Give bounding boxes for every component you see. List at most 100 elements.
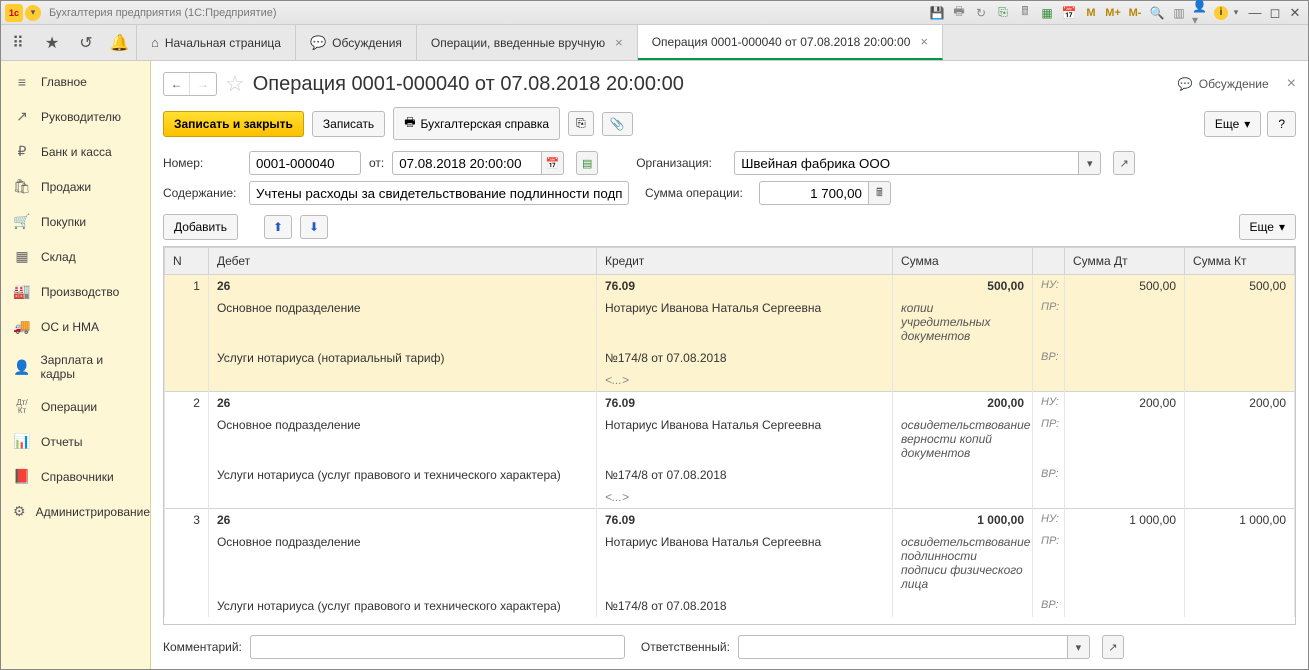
sidebar-item-admin[interactable]: ⚙Администрирование bbox=[1, 494, 150, 529]
sidebar-item-manager[interactable]: ↗Руководителю bbox=[1, 99, 150, 134]
m-minus-icon[interactable]: M- bbox=[1126, 5, 1144, 21]
th-n[interactable]: N bbox=[164, 248, 208, 275]
sidebar-item-purchases[interactable]: 🛒Покупки bbox=[1, 204, 150, 239]
sidebar-item-warehouse[interactable]: ▦Склад bbox=[1, 239, 150, 274]
table-row[interactable]: Основное подразделениеНотариус Иванова Н… bbox=[164, 531, 1294, 595]
table-row[interactable]: <...> bbox=[164, 369, 1294, 392]
resp-open-button[interactable]: ↗ bbox=[1102, 635, 1124, 659]
table-row[interactable]: <...> bbox=[164, 486, 1294, 509]
back-button[interactable]: ← bbox=[164, 73, 190, 95]
tab-discussions[interactable]: 💬Обсуждения bbox=[296, 25, 417, 60]
table-row[interactable]: Услуги нотариуса (нотариальный тариф)№17… bbox=[164, 347, 1294, 369]
chart-icon: ↗ bbox=[13, 108, 31, 125]
sidebar-item-main[interactable]: ≡Главное bbox=[1, 65, 150, 99]
th-tag[interactable] bbox=[1033, 248, 1065, 275]
resp-input[interactable] bbox=[738, 635, 1068, 659]
th-dt[interactable]: Сумма Дт bbox=[1065, 248, 1185, 275]
user-icon[interactable]: 👤▾ bbox=[1192, 5, 1210, 21]
page-header: ← → ☆ Операция 0001-000040 от 07.08.2018… bbox=[151, 61, 1308, 103]
table-more-button[interactable]: Еще ▾ bbox=[1239, 214, 1296, 240]
sum-input[interactable] bbox=[759, 181, 869, 205]
history-icon[interactable]: ↺ bbox=[69, 25, 103, 60]
attach-button[interactable]: 📎 bbox=[602, 112, 633, 136]
discuss-button[interactable]: 💬Обсуждение bbox=[1178, 77, 1269, 91]
date-extra-button[interactable]: ▤ bbox=[576, 151, 598, 175]
m-icon[interactable]: M bbox=[1082, 5, 1100, 21]
maximize-button[interactable]: ◻ bbox=[1266, 5, 1284, 21]
sidebar-item-label: Администрирование bbox=[36, 505, 150, 519]
apps-menu-icon[interactable]: ⠿ bbox=[1, 25, 35, 60]
close-icon[interactable]: × bbox=[920, 34, 928, 49]
table-row[interactable]: Основное подразделениеНотариус Иванова Н… bbox=[164, 297, 1294, 347]
org-input[interactable] bbox=[734, 151, 1079, 175]
tab-operations[interactable]: Операции, введенные вручную× bbox=[417, 25, 638, 60]
sidebar-item-assets[interactable]: 🚚ОС и НМА bbox=[1, 309, 150, 344]
tab-operation-detail[interactable]: Операция 0001-000040 от 07.08.2018 20:00… bbox=[638, 25, 943, 60]
table-row[interactable]: Услуги нотариуса (услуг правового и техн… bbox=[164, 595, 1294, 617]
sidebar-item-bank[interactable]: ₽Банк и касса bbox=[1, 134, 150, 169]
forward-button[interactable]: → bbox=[190, 73, 216, 95]
calendar-icon[interactable]: ▦ bbox=[1038, 5, 1056, 21]
favorite-toggle[interactable]: ☆ bbox=[225, 71, 245, 97]
info-icon[interactable]: i bbox=[1214, 6, 1228, 20]
th-debit[interactable]: Дебет bbox=[208, 248, 596, 275]
table-row[interactable]: Услуги нотариуса (услуг правового и техн… bbox=[164, 464, 1294, 486]
sidebar-item-hr[interactable]: 👤Зарплата и кадры bbox=[1, 344, 150, 390]
close-icon[interactable]: × bbox=[615, 35, 623, 50]
org-open-button[interactable]: ↗ bbox=[1113, 151, 1135, 175]
print-icon[interactable]: 🖶 bbox=[950, 5, 968, 21]
org-dropdown-icon[interactable]: ▾ bbox=[1079, 151, 1101, 175]
save-icon[interactable]: 💾 bbox=[928, 5, 946, 21]
num-input[interactable] bbox=[249, 151, 361, 175]
save-button[interactable]: Записать bbox=[312, 111, 385, 137]
calendar31-icon[interactable]: 📅 bbox=[1060, 5, 1078, 21]
close-button[interactable]: ✕ bbox=[1286, 5, 1304, 21]
minimize-button[interactable]: — bbox=[1246, 5, 1264, 21]
tab-home[interactable]: ⌂Начальная страница bbox=[137, 25, 296, 60]
favorite-icon[interactable]: ★ bbox=[35, 25, 69, 60]
help-button[interactable]: ? bbox=[1267, 111, 1296, 137]
move-up-button[interactable]: ⬆ bbox=[264, 215, 292, 239]
desc-input[interactable] bbox=[249, 181, 629, 205]
sidebar-item-directories[interactable]: 📕Справочники bbox=[1, 459, 150, 494]
dtkt-icon: Дт/Кт bbox=[13, 399, 31, 415]
compare-icon[interactable]: ⎘ bbox=[994, 5, 1012, 21]
table-row[interactable]: 32676.091 000,00НУ:1 000,001 000,00 bbox=[164, 509, 1294, 532]
table-row[interactable]: 12676.09500,00НУ:500,00500,00 bbox=[164, 275, 1294, 298]
add-button[interactable]: Добавить bbox=[163, 214, 238, 240]
th-kt[interactable]: Сумма Кт bbox=[1185, 248, 1295, 275]
info-dd[interactable]: ▾ bbox=[1232, 5, 1240, 21]
move-down-button[interactable]: ⬇ bbox=[300, 215, 328, 239]
more-button[interactable]: Еще ▾ bbox=[1204, 111, 1261, 137]
comment-input[interactable] bbox=[250, 635, 625, 659]
bag-icon: 🛍 bbox=[13, 178, 31, 195]
register-button[interactable]: ⎘ bbox=[568, 111, 594, 136]
m-plus-icon[interactable]: M+ bbox=[1104, 5, 1122, 21]
sidebar-item-production[interactable]: 🏭Производство bbox=[1, 274, 150, 309]
panel-icon[interactable]: ▥ bbox=[1170, 5, 1188, 21]
grid[interactable]: N Дебет Кредит Сумма Сумма Дт Сумма Кт 1… bbox=[163, 246, 1296, 625]
app-menu-dropdown[interactable]: ▾ bbox=[25, 5, 41, 21]
calc-picker-icon[interactable]: 🖩 bbox=[869, 181, 891, 205]
th-sum[interactable]: Сумма bbox=[893, 248, 1033, 275]
save-close-button[interactable]: Записать и закрыть bbox=[163, 111, 304, 137]
sidebar-item-label: Зарплата и кадры bbox=[40, 353, 137, 381]
th-credit[interactable]: Кредит bbox=[597, 248, 893, 275]
date-input[interactable] bbox=[392, 151, 542, 175]
refresh-icon[interactable]: ↻ bbox=[972, 5, 990, 21]
sidebar-item-operations[interactable]: Дт/КтОперации bbox=[1, 390, 150, 424]
zoom-icon[interactable]: 🔍 bbox=[1148, 5, 1166, 21]
resp-dropdown-icon[interactable]: ▾ bbox=[1068, 635, 1090, 659]
close-page-button[interactable]: × bbox=[1287, 75, 1296, 93]
table-row[interactable]: Основное подразделениеНотариус Иванова Н… bbox=[164, 414, 1294, 464]
more-label: Еще bbox=[1215, 117, 1239, 131]
notifications-icon[interactable]: 🔔 bbox=[103, 25, 137, 60]
calc-icon[interactable]: 🖩 bbox=[1016, 5, 1034, 21]
sidebar-item-label: Продажи bbox=[41, 180, 91, 194]
sidebar-item-reports[interactable]: 📊Отчеты bbox=[1, 424, 150, 459]
calendar-picker-icon[interactable]: 📅 bbox=[542, 151, 564, 175]
print-button[interactable]: 🖶Бухгалтерская справка bbox=[393, 107, 560, 140]
titlebar-toolbar: 💾 🖶 ↻ ⎘ 🖩 ▦ 📅 M M+ M- 🔍 ▥ 👤▾ i ▾ bbox=[928, 5, 1240, 21]
table-row[interactable]: 22676.09200,00НУ:200,00200,00 bbox=[164, 392, 1294, 415]
sidebar-item-sales[interactable]: 🛍 Продажи bbox=[1, 169, 150, 204]
